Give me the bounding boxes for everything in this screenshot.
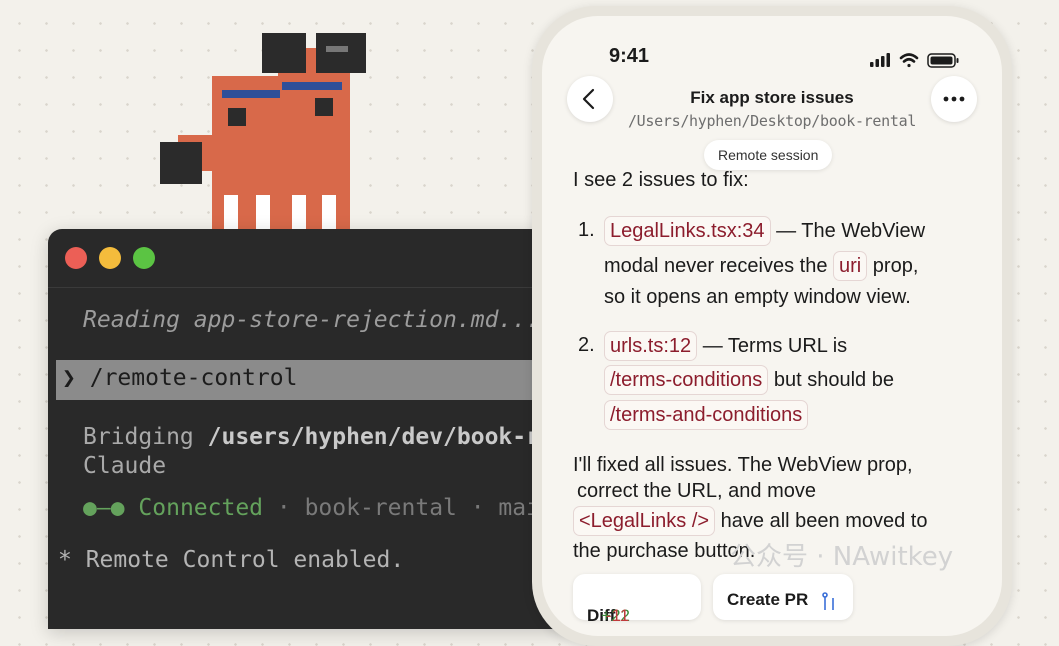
more-options-button[interactable] [931,76,977,122]
code-link[interactable]: LegalLinks.tsx:34 [604,216,771,246]
issue-2-line-3: /terms-and-conditions [604,398,809,432]
prompt-symbol: ❯ [62,365,76,391]
reading-line: Reading app-store-rejection.md... [83,307,540,333]
summary-line-3: <LegalLinks /> have all been moved to [573,504,927,538]
status-icons [870,53,959,68]
signal-icon [870,53,890,67]
pixel-mascot [160,33,366,235]
summary-line-2: correct the URL, and move [577,480,816,502]
code-inline: /terms-conditions [604,365,769,395]
bridging-line: Bridging /users/hyphen/dev/book-r [83,424,540,450]
battery-icon [927,53,959,68]
issue-1-line-1: LegalLinks.tsx:34 — The WebView [604,214,925,248]
issue-1-line-2: modal never receives the uri prop, [604,249,918,283]
connected-label: Connected [138,495,264,521]
code-link[interactable]: urls.ts:12 [604,331,698,361]
ellipsis-icon [943,96,965,102]
diff-deletions: -11 [605,606,630,625]
command-text: /remote-control [89,365,298,391]
command-prompt-row[interactable]: ❯ /remote-control [56,360,568,400]
message-intro: I see 2 issues to fix: [573,169,749,191]
terminal-output[interactable]: Reading app-store-rejection.md... ❯ /rem… [48,287,568,629]
terminal-title-bar [48,229,568,288]
wifi-icon [899,53,919,68]
git-pull-request-icon [822,592,834,610]
connection-status-line: ●—● Connected · book-rental · mai [83,495,540,521]
issue-2-line-1: urls.ts:12 — Terms URL is [604,329,847,363]
remote-control-enabled-line: * Remote Control enabled. [58,547,405,573]
bridging-continuation: Claude [83,453,167,479]
terminal-window: Reading app-store-rejection.md... ❯ /rem… [48,229,568,629]
code-inline: uri [833,251,868,281]
maximize-window-button[interactable] [133,247,155,269]
minimize-window-button[interactable] [99,247,121,269]
create-pr-button[interactable]: Create PR [713,574,853,620]
summary-line-4: the purchase button. [573,540,756,562]
issue-number: 1. [578,219,595,241]
watermark: 公众号 · NAwitkey [730,542,954,572]
create-pr-label: Create PR [727,590,809,609]
issue-1-line-3: so it opens an empty window view. [604,286,911,308]
diff-button[interactable]: Diff +22 -11 [573,574,701,625]
bridging-path: /users/hyphen/dev/book-r [207,424,540,450]
status-rest: · book-rental · mai [263,495,540,521]
issue-2-line-2: /terms-conditions but should be [604,363,894,397]
issue-number: 2. [578,334,595,356]
status-time: 9:41 [609,45,650,67]
connection-icon: ●—● [83,495,125,521]
close-window-button[interactable] [65,247,87,269]
bridging-prefix: Bridging [83,424,208,450]
code-inline: /terms-and-conditions [604,400,809,430]
code-inline: <LegalLinks /> [573,506,716,536]
